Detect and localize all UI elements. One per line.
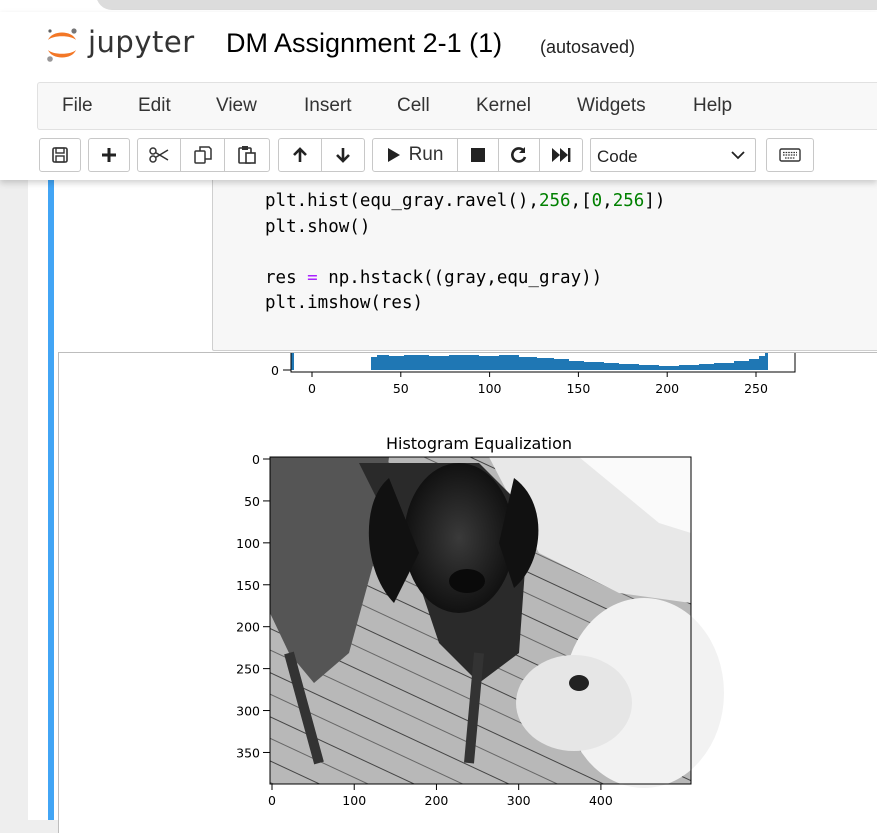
play-icon (387, 148, 400, 162)
menu-bar: File Edit View Insert Cell Kernel Widget… (37, 82, 877, 130)
address-bar[interactable] (96, 0, 877, 10)
menu-file[interactable]: File (62, 95, 93, 117)
menu-cell[interactable]: Cell (397, 95, 430, 117)
floppy-icon (52, 147, 68, 163)
output-figures: 0 0 50 100 150 200 250 Histogram Equalization (236, 353, 796, 808)
image-x-tick-label: 0 (268, 793, 276, 808)
code-input-area[interactable]: plt.hist(equ_gray.ravel(),256,[0,256]) p… (212, 170, 877, 351)
hist-x-tick-label: 50 (393, 381, 409, 396)
image-y-tick-label: 300 (236, 704, 260, 719)
run-button[interactable]: Run (372, 138, 458, 172)
copy-icon (193, 146, 212, 164)
cell-type-select[interactable]: Code (590, 138, 756, 172)
paste-button[interactable] (224, 138, 270, 172)
menu-kernel[interactable]: Kernel (476, 95, 531, 117)
hist-x-tick-label: 200 (655, 381, 679, 396)
run-label: Run (408, 144, 444, 165)
notebook-container: plt.hist(equ_gray.ravel(),256,[0,256]) p… (28, 170, 877, 833)
menu-edit[interactable]: Edit (138, 95, 171, 117)
command-palette-button[interactable] (766, 138, 814, 172)
move-up-button[interactable] (278, 138, 322, 172)
notebook-title[interactable]: DM Assignment 2-1 (1) (226, 28, 502, 59)
stop-icon (471, 148, 485, 162)
arrow-up-icon (293, 147, 307, 162)
cut-button[interactable] (137, 138, 181, 172)
hist-x-tick-label: 250 (744, 381, 768, 396)
image-x-tick-label: 400 (589, 793, 613, 808)
keyboard-icon (779, 148, 801, 162)
insert-cell-button[interactable] (88, 138, 130, 172)
image-y-tick-label: 100 (236, 536, 260, 551)
run-all-button[interactable] (539, 138, 583, 172)
code-line: plt.show() (265, 216, 371, 237)
paste-icon (238, 146, 256, 164)
image-y-tick-label: 150 (236, 578, 260, 593)
copy-button[interactable] (180, 138, 225, 172)
hist-x-tick-label: 150 (566, 381, 590, 396)
histogram-plot: 0 0 50 100 150 200 250 (271, 353, 796, 396)
save-status: (autosaved) (540, 37, 636, 57)
selected-cell-marker (48, 180, 54, 820)
jupyter-logo-text[interactable]: jupyter (88, 25, 195, 59)
menu-widgets[interactable]: Widgets (577, 95, 646, 117)
image-plot: Histogram Equalization 05010015020025030… (236, 434, 724, 808)
image-x-tick-label: 300 (507, 793, 531, 808)
hist-bars (371, 353, 768, 370)
code-line: res = np.hstack((gray,equ_gray)) (265, 267, 603, 288)
menu-insert[interactable]: Insert (304, 95, 352, 117)
save-button[interactable] (39, 138, 81, 172)
hist-y-tick-label: 0 (271, 363, 279, 378)
image-y-tick-label: 200 (236, 620, 260, 635)
image-y-tick-label: 50 (244, 494, 260, 509)
menu-view[interactable]: View (216, 95, 257, 117)
code-line: plt.hist(equ_gray.ravel(),256,[0,256]) (265, 191, 666, 211)
arrow-down-icon (336, 148, 350, 163)
hist-x-tick-label: 0 (308, 381, 316, 396)
cell-type-value: Code (597, 147, 638, 166)
equalized-image (270, 457, 724, 788)
scissors-icon (149, 147, 169, 163)
cell-output-area: 0 0 50 100 150 200 250 Histogram Equalization (58, 352, 877, 833)
hist-x-tick-label: 100 (478, 381, 502, 396)
notebook-header: jupyter DM Assignment 2-1 (1) (autosaved… (0, 12, 877, 180)
browser-top-strip (0, 0, 877, 12)
image-x-axis: 0 100 200 300 400 (268, 784, 613, 808)
plus-icon (102, 148, 116, 162)
image-y-tick-label: 0 (252, 452, 260, 467)
image-y-tick-label: 350 (236, 745, 260, 760)
code-line: plt.imshow(res) (265, 293, 424, 313)
image-x-tick-label: 200 (425, 793, 449, 808)
image-y-tick-label: 250 (236, 662, 260, 677)
restart-button[interactable] (498, 138, 540, 172)
code-editor[interactable]: plt.hist(equ_gray.ravel(),256,[0,256]) p… (265, 189, 665, 317)
hist-x-axis: 0 50 100 150 200 250 (308, 372, 768, 396)
menu-help[interactable]: Help (693, 95, 732, 117)
restart-icon (511, 147, 527, 163)
move-down-button[interactable] (321, 138, 365, 172)
image-x-tick-label: 100 (342, 793, 366, 808)
image-plot-title: Histogram Equalization (386, 434, 572, 453)
fast-forward-icon (552, 148, 571, 162)
chevron-down-icon (731, 151, 745, 160)
jupyter-logo-icon[interactable] (44, 26, 80, 64)
image-y-axis: 0 50 100 150 200 250 300 350 (236, 452, 270, 760)
interrupt-button[interactable] (457, 138, 499, 172)
